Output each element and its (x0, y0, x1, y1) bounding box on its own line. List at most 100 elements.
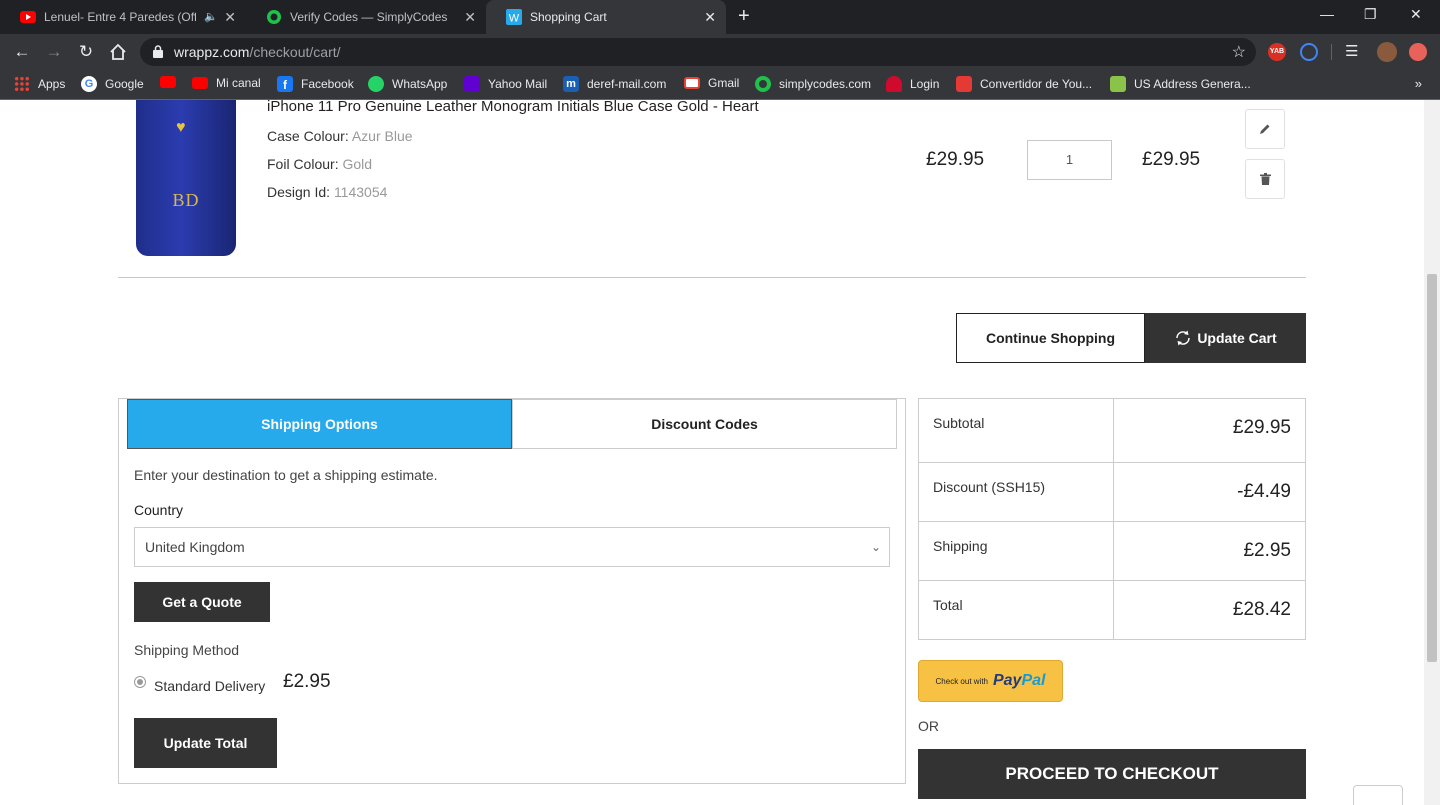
bookmark-convertidor[interactable]: Convertidor de You... (956, 76, 1092, 92)
map-pin-icon (1110, 76, 1126, 92)
totals-value: -£4.49 (1237, 481, 1291, 502)
url-text: wrappz.com/checkout/cart/ (174, 44, 341, 60)
bookmark-yahoo-mail[interactable]: Yahoo Mail (464, 76, 547, 92)
home-icon[interactable] (107, 41, 129, 63)
monogram-text: BD (172, 190, 200, 210)
tab-title: Lenuel- Entre 4 Paredes (Offi (44, 10, 196, 24)
close-window-icon[interactable]: ✕ (1410, 6, 1422, 23)
edit-item-button[interactable] (1245, 109, 1285, 149)
toolbar-divider (1331, 44, 1332, 60)
shipping-method-label: Shipping Method (134, 642, 240, 658)
lock-icon (153, 45, 163, 63)
tab-title: Verify Codes — SimplyCodes (290, 10, 448, 24)
totals-row-subtotal: Subtotal £29.95 (919, 399, 1305, 463)
row-subtotal: £29.95 (1142, 149, 1201, 170)
bookmark-youtube[interactable] (160, 76, 184, 88)
tab-title: Shopping Cart (530, 10, 607, 24)
paypal-checkout-button[interactable]: Check out with PayPal (918, 660, 1063, 702)
new-tab-icon[interactable]: + (738, 6, 750, 26)
bookmark-mi-canal[interactable]: Mi canal (192, 76, 261, 90)
more-bookmarks-icon[interactable]: » (1415, 76, 1422, 91)
standard-delivery-price: £2.95 (283, 671, 331, 692)
pencil-icon (1260, 124, 1270, 134)
bookmark-star-icon[interactable]: ☆ (1232, 42, 1246, 62)
paypal-prefix: Check out with (935, 676, 988, 686)
restore-icon[interactable]: ❐ (1364, 6, 1377, 23)
chevron-down-icon: ⌄ (870, 540, 881, 554)
bookmark-login[interactable]: Login (886, 76, 939, 92)
product-attribute: Design Id: 1143054 (267, 184, 388, 200)
country-label: Country (134, 502, 184, 518)
bookmark-google[interactable]: G Google (81, 76, 144, 92)
forward-icon[interactable]: → (43, 41, 65, 63)
close-tab-icon[interactable]: ✕ (224, 9, 236, 25)
get-quote-button[interactable]: Get a Quote (134, 582, 270, 622)
simplycodes-icon (266, 9, 282, 25)
bookmarks-bar: Apps G Google Mi canal f Facebook WhatsApp… (0, 70, 1440, 100)
youtube-icon (160, 76, 176, 88)
shipping-estimate-panel: Shipping Options Discount Codes Enter yo… (118, 398, 906, 784)
media-control-icon[interactable]: ☰ (1345, 42, 1358, 60)
product-name[interactable]: iPhone 11 Pro Genuine Leather Monogram I… (267, 100, 759, 115)
unit-price: £29.95 (926, 149, 985, 170)
totals-row-total: Total £28.42 (919, 581, 1305, 639)
browser-toolbar: ← → ↻ wrappz.com/checkout/cart/ ☆ YAB ☰ (0, 34, 1440, 70)
country-select[interactable]: United Kingdom ⌄ (134, 527, 890, 567)
update-icon[interactable] (1409, 43, 1427, 61)
youtube-icon (192, 77, 208, 89)
scroll-to-top-button[interactable] (1353, 785, 1403, 805)
reload-icon[interactable]: ↻ (75, 41, 97, 63)
cart-divider (118, 277, 1306, 278)
bookmark-simplycodes[interactable]: simplycodes.com (755, 76, 871, 92)
totals-row-discount: Discount (SSH15) -£4.49 (919, 463, 1305, 522)
share-extension-icon[interactable] (1300, 43, 1318, 61)
shipping-description: Enter your destination to get a shipping… (134, 467, 438, 483)
update-total-button[interactable]: Update Total (134, 718, 277, 768)
google-icon: G (81, 76, 97, 92)
minimize-icon[interactable]: — (1320, 6, 1334, 22)
proceed-to-checkout-button[interactable]: PROCEED TO CHECKOUT (918, 749, 1306, 799)
delete-item-button[interactable] (1245, 159, 1285, 199)
wrappz-icon: W (506, 9, 522, 25)
scrollbar-thumb[interactable] (1427, 274, 1437, 662)
page-scrollbar[interactable] (1424, 100, 1440, 805)
totals-label: Total (933, 597, 963, 613)
heart-icon: ♥ (176, 119, 186, 136)
continue-shopping-button[interactable]: Continue Shopping (956, 313, 1145, 363)
quantity-input[interactable]: 1 (1027, 140, 1112, 180)
cart-page: ♥ BD iPhone 11 Pro Genuine Leather Monog… (0, 100, 1424, 805)
bookmark-us-address[interactable]: US Address Genera... (1110, 76, 1251, 92)
apps-grid-icon (14, 76, 30, 92)
update-cart-button[interactable]: Update Cart (1145, 313, 1306, 363)
yahoo-mail-icon (464, 76, 480, 92)
totals-label: Shipping (933, 538, 988, 554)
product-image[interactable]: ♥ BD (136, 100, 236, 256)
tab-discount-codes[interactable]: Discount Codes (512, 399, 897, 449)
standard-delivery-radio[interactable] (134, 676, 146, 688)
tab-youtube[interactable]: Lenuel- Entre 4 Paredes (Offi 🔈 ✕ (0, 0, 246, 34)
product-attribute: Case Colour: Azur Blue (267, 128, 413, 144)
bookmark-facebook[interactable]: f Facebook (277, 76, 354, 92)
yab-extension-icon[interactable]: YAB (1268, 43, 1286, 61)
tab-shopping-cart[interactable]: W Shopping Cart ✕ (486, 0, 726, 34)
address-bar[interactable]: wrappz.com/checkout/cart/ ☆ (140, 38, 1256, 66)
or-separator: OR (918, 718, 939, 734)
tab-simplycodes[interactable]: Verify Codes — SimplyCodes ✕ (246, 0, 486, 34)
totals-value: £2.95 (1243, 540, 1291, 561)
bookmark-gmail[interactable]: Gmail (684, 76, 739, 90)
close-tab-icon[interactable]: ✕ (704, 9, 716, 25)
profile-avatar[interactable] (1377, 42, 1397, 62)
deref-mail-icon: m (563, 76, 579, 92)
close-tab-icon[interactable]: ✕ (464, 9, 476, 25)
svg-text:W: W (509, 13, 520, 25)
speaker-icon[interactable]: 🔈 (204, 10, 218, 23)
standard-delivery-label[interactable]: Standard Delivery (154, 678, 265, 694)
bookmark-apps[interactable]: Apps (14, 76, 65, 92)
tab-shipping-options[interactable]: Shipping Options (127, 399, 512, 449)
back-icon[interactable]: ← (11, 41, 33, 63)
update-cart-label: Update Cart (1197, 330, 1277, 346)
order-totals-table: Subtotal £29.95 Discount (SSH15) -£4.49 … (918, 398, 1306, 640)
refresh-icon (1176, 330, 1191, 346)
bookmark-whatsapp[interactable]: WhatsApp (368, 76, 447, 92)
bookmark-deref-mail[interactable]: m deref-mail.com (563, 76, 666, 92)
